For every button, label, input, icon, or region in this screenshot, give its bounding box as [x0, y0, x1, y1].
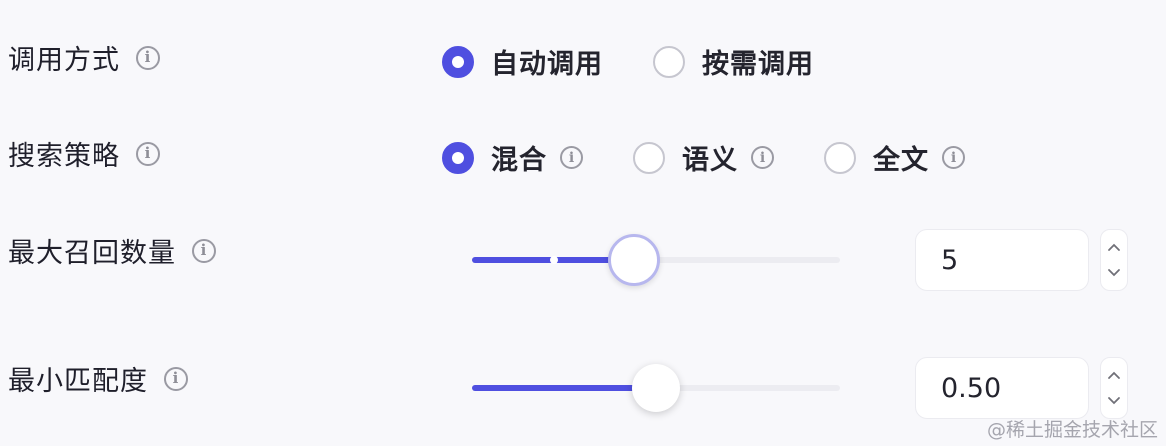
min-match-value: 0.50: [941, 372, 1002, 404]
radio-on-demand-invoke[interactable]: 按需调用: [653, 42, 814, 81]
info-icon[interactable]: i: [751, 146, 774, 169]
search-strategy-label: 搜索策略: [8, 141, 120, 172]
min-match-label-row: 最小匹配度 i: [8, 359, 188, 398]
min-match-input[interactable]: 0.50: [915, 357, 1089, 419]
watermark: @稀土掘金技术社区: [986, 419, 1158, 441]
radio-checked-icon[interactable]: [442, 45, 474, 78]
slider-thumb[interactable]: [632, 364, 680, 412]
radio-checked-icon[interactable]: [442, 141, 474, 174]
max-recall-stepper: [1100, 229, 1128, 291]
invocation-mode-label-row: 调用方式 i: [8, 38, 160, 77]
radio-fulltext-label: 全文: [873, 145, 929, 176]
info-icon[interactable]: i: [942, 146, 965, 169]
slider-mark-dot: [550, 256, 558, 264]
max-recall-slider[interactable]: [472, 234, 840, 286]
radio-unchecked-icon[interactable]: [653, 45, 685, 78]
radio-on-demand-invoke-label: 按需调用: [702, 49, 814, 80]
min-match-stepper: [1100, 357, 1128, 419]
chevron-down-icon[interactable]: [1104, 391, 1124, 411]
radio-unchecked-icon[interactable]: [633, 141, 665, 174]
slider-thumb[interactable]: [608, 234, 660, 286]
invocation-mode-radio-group: 自动调用 按需调用: [442, 42, 814, 81]
info-icon[interactable]: i: [192, 238, 216, 263]
radio-auto-invoke[interactable]: 自动调用: [442, 42, 603, 81]
radio-hybrid[interactable]: 混合 i: [442, 138, 583, 177]
radio-hybrid-label: 混合: [491, 145, 547, 176]
chevron-up-icon[interactable]: [1104, 237, 1124, 257]
info-icon[interactable]: i: [164, 366, 188, 391]
max-recall-label: 最大召回数量: [8, 238, 176, 269]
min-match-label: 最小匹配度: [8, 366, 148, 397]
info-icon[interactable]: i: [560, 146, 583, 169]
radio-auto-invoke-label: 自动调用: [491, 49, 603, 80]
chevron-down-icon[interactable]: [1104, 263, 1124, 283]
invocation-mode-label: 调用方式: [8, 45, 120, 76]
search-strategy-radio-group: 混合 i 语义 i 全文 i: [442, 138, 965, 177]
max-recall-input[interactable]: 5: [915, 229, 1089, 291]
info-icon[interactable]: i: [136, 45, 160, 70]
min-match-slider[interactable]: [472, 364, 840, 412]
radio-semantic-label: 语义: [682, 145, 738, 176]
max-recall-value: 5: [941, 244, 959, 276]
chevron-up-icon[interactable]: [1104, 365, 1124, 385]
retrieval-settings-panel: 调用方式 i 自动调用 按需调用 搜索策略 i 混合 i 语义 i 全文 i 最…: [0, 0, 1166, 446]
radio-fulltext[interactable]: 全文 i: [824, 138, 965, 177]
slider-fill: [472, 385, 656, 391]
info-icon[interactable]: i: [136, 141, 160, 166]
search-strategy-label-row: 搜索策略 i: [8, 134, 160, 173]
max-recall-label-row: 最大召回数量 i: [8, 231, 216, 270]
radio-unchecked-icon[interactable]: [824, 141, 856, 174]
radio-semantic[interactable]: 语义 i: [633, 138, 774, 177]
